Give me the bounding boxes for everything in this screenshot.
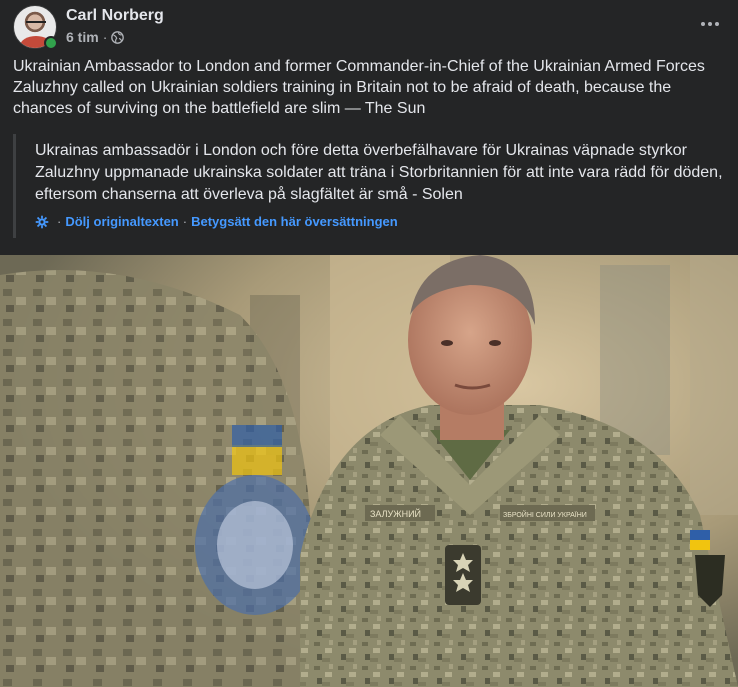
translation-actions: · Dölj originaltexten · Betygsätt den hä… (35, 214, 398, 229)
meta-separator: · (102, 29, 108, 45)
translated-text: Ukrainas ambassadör i London och före de… (35, 142, 723, 203)
gear-icon[interactable] (35, 215, 49, 229)
more-dot (701, 22, 705, 26)
translation-box: Ukrainas ambassadör i London och före de… (13, 134, 723, 238)
author-name[interactable]: Carl Norberg (66, 7, 164, 25)
post-text: Ukrainian Ambassador to London and forme… (13, 58, 705, 117)
more-options-icon[interactable] (695, 9, 725, 39)
hide-original-link[interactable]: Dölj originaltexten (65, 214, 178, 229)
photo-unit-tape: ЗБРОЙНІ СИЛИ УКРАЇНИ (503, 510, 587, 519)
online-status-indicator (44, 36, 58, 50)
action-separator: · (57, 214, 62, 229)
photo-name-tape: ЗАЛУЖНИЙ (370, 508, 421, 519)
photo-illustration: ЗАЛУЖНИЙ ЗБРОЙНІ СИЛИ УКРАЇНИ (0, 255, 738, 687)
rate-translation-link[interactable]: Betygsätt den här översättningen (191, 214, 398, 229)
action-separator: · (182, 214, 188, 229)
globe-icon[interactable] (111, 30, 125, 44)
more-dot (715, 22, 719, 26)
post-photo[interactable]: ЗАЛУЖНИЙ ЗБРОЙНІ СИЛИ УКРАЇНИ (0, 255, 738, 687)
avatar-glasses (26, 21, 46, 28)
post-meta: 6 tim · (66, 29, 125, 45)
more-dot (708, 22, 712, 26)
post-timestamp[interactable]: 6 tim (66, 29, 99, 45)
post-header: Carl Norberg 6 tim · (13, 5, 725, 50)
